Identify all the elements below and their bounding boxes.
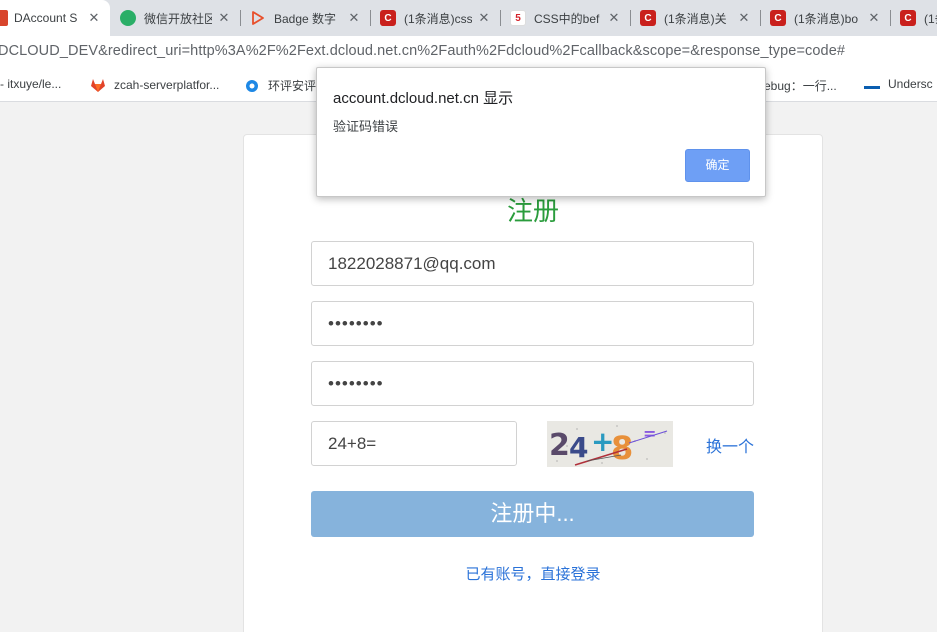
csdn-icon: C [900,10,916,26]
tab-title: Badge 数字 [274,11,337,26]
tab-title: (1条消息)css [404,11,472,26]
svg-text:8: 8 [611,429,633,467]
register-card: 注册 1822028871@qq.com •••••••• •••••••• 2… [243,134,823,632]
tab-separator [890,10,891,26]
bookmark-huanping[interactable]: 环评安评 [244,77,316,94]
css-icon: 5 [510,10,526,26]
tab-title: CSS中的bef [534,11,600,26]
password-field[interactable]: •••••••• [311,301,754,346]
dialog-origin: account.dcloud.net.cn 显示 [333,90,514,107]
tab-csdn-1[interactable]: C (1条消息)css ✕ [380,0,496,36]
dialog-message: 验证码错误 [333,119,399,134]
close-icon[interactable]: ✕ [216,10,232,26]
bookmark-label: ebug：一行... [764,79,837,93]
tab-csdn-3[interactable]: C (1条消息)bo ✕ [770,0,886,36]
app-icon [244,78,260,94]
tab-title: (1条消息)bo [794,11,859,26]
play-icon [250,10,266,26]
close-icon[interactable]: ✕ [346,10,362,26]
close-icon[interactable]: ✕ [866,10,882,26]
tab-css[interactable]: 5 CSS中的bef ✕ [510,0,626,36]
close-icon[interactable]: ✕ [606,10,622,26]
tab-strip: DAccount S ✕ 微信开放社区 ✕ Badge 数字 ✕ C (1条消息… [0,0,937,36]
csdn-icon: C [770,10,786,26]
csdn-icon: C [380,10,396,26]
bookmark-label: 环评安评 [268,79,317,93]
tab-separator [500,10,501,26]
email-field[interactable]: 1822028871@qq.com [311,241,754,286]
svg-text:=: = [643,424,656,443]
tab-badge[interactable]: Badge 数字 ✕ [250,0,366,36]
tab-title: DAccount S [14,11,78,25]
bookmark-zcah[interactable]: zcah-serverplatfor... [90,77,219,93]
tab-separator [760,10,761,26]
tab-daccount[interactable]: DAccount S ✕ [0,0,110,36]
gitlab-icon [90,77,106,93]
register-submit-button[interactable]: 注册中... [311,491,754,537]
bookmark-label: - itxuye/le... [0,77,62,91]
tab-title: (1条消息)关 [664,11,727,26]
login-link[interactable]: 已有账号，直接登录 [244,563,822,584]
tab-csdn-2[interactable]: C (1条消息)关 ✕ [640,0,756,36]
wechat-icon [120,10,136,26]
tab-wechat[interactable]: 微信开放社区 ✕ [120,0,236,36]
tab-separator [240,10,241,26]
captcha-image[interactable]: 2 4 + 8 = [547,421,673,467]
bookmark-debug[interactable]: ebug：一行... [764,77,837,94]
tab-csdn-4[interactable]: C (1条 [900,0,937,36]
captcha-graphic: 2 4 + 8 = [547,421,673,467]
svg-text:2: 2 [549,428,570,463]
dialog-ok-button[interactable]: 确定 [685,149,750,182]
underscore-icon [864,79,880,89]
bookmark-itxuye[interactable]: - itxuye/le... [0,77,61,91]
change-captcha-link[interactable]: 换一个 [706,433,754,457]
tab-title: (1条 [924,11,937,26]
svg-text:4: 4 [569,431,588,464]
alert-dialog: account.dcloud.net.cn 显示 验证码错误 确定 [316,67,766,197]
tab-separator [630,10,631,26]
confirm-password-field[interactable]: •••••••• [311,361,754,406]
bookmark-underscore[interactable]: Undersc [864,77,933,91]
csdn-icon: C [640,10,656,26]
bookmark-label: zcah-serverplatfor... [114,78,220,92]
bookmark-label: Undersc [888,77,933,91]
close-icon[interactable]: ✕ [736,10,752,26]
captcha-input[interactable]: 24+8= [311,421,517,466]
url-text[interactable]: DCLOUD_DEV&redirect_uri=http%3A%2F%2Fext… [0,43,845,59]
address-bar[interactable]: DCLOUD_DEV&redirect_uri=http%3A%2F%2Fext… [0,36,937,68]
tab-separator [370,10,371,26]
dcloud-icon [0,10,8,26]
tab-title: 微信开放社区 [144,11,212,26]
close-icon[interactable]: ✕ [86,10,102,26]
close-icon[interactable]: ✕ [476,10,492,26]
